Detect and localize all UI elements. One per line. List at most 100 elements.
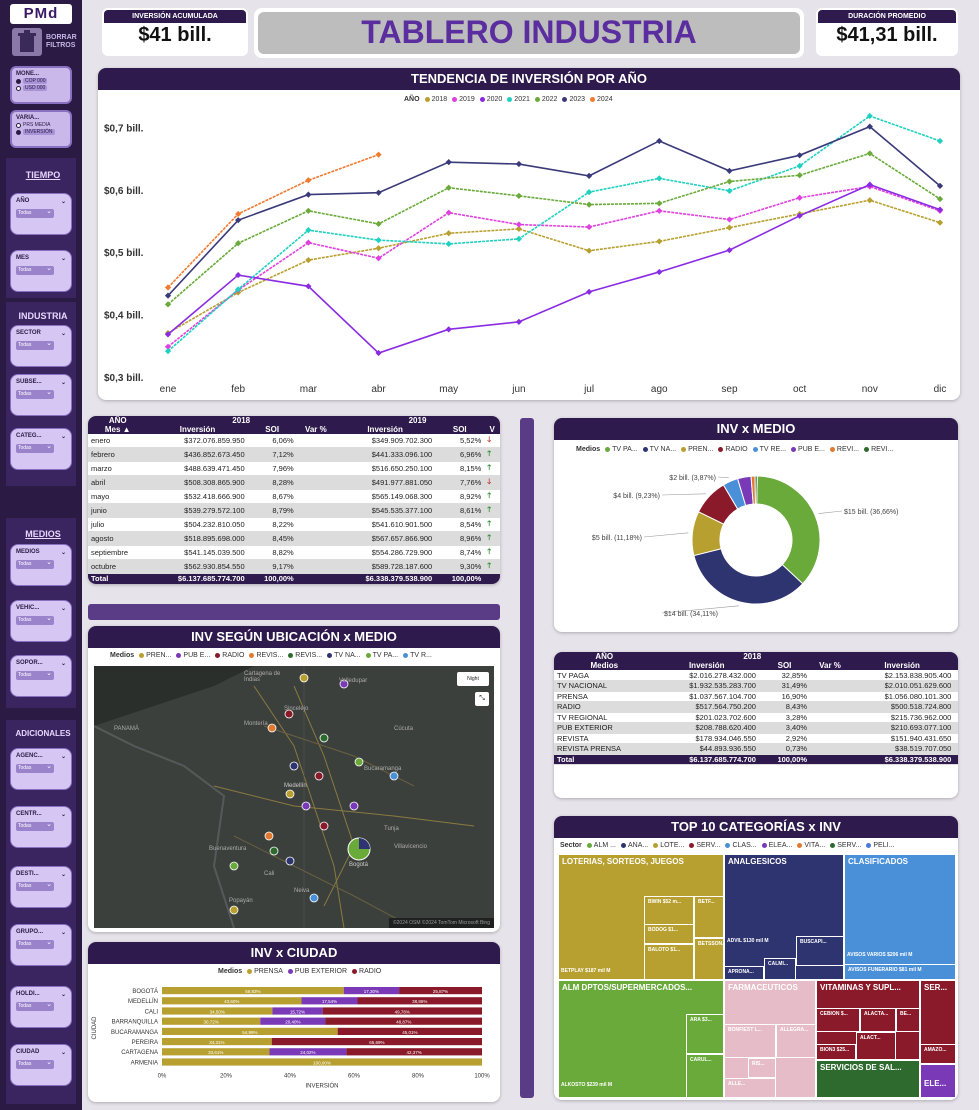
filter-mes[interactable]: MES ⌄ Todas xyxy=(10,250,72,292)
legend-item[interactable]: 2020 xyxy=(479,96,502,103)
treemap-item[interactable]: BETF... xyxy=(694,896,724,938)
treemap-item[interactable]: APRONA... xyxy=(724,966,764,980)
legend-item[interactable]: REVIS... xyxy=(288,652,322,659)
treemap-item[interactable]: BION3 $25... xyxy=(816,1044,856,1060)
treemap-item[interactable]: BETPLAY $187 mil M xyxy=(558,966,644,980)
filter-ciudad[interactable]: CIUDAD ⌄ Todas xyxy=(10,1044,72,1086)
legend-item[interactable]: 2022 xyxy=(534,96,557,103)
legend-item[interactable]: ANA... xyxy=(620,842,648,849)
treemap-item[interactable]: AVISOS VARIOS $206 mil M xyxy=(844,950,956,964)
table-row[interactable]: TV REGIONAL $201.023.702.600 3,28% $215.736… xyxy=(554,712,958,723)
legend-item[interactable]: 2024 xyxy=(590,96,613,103)
treemap-item[interactable]: CALMI... xyxy=(764,958,796,980)
table-row[interactable]: REVISTA $178.934.046.550 2,92% $151.940.431… xyxy=(554,733,958,744)
filter-dropdown[interactable]: Todas xyxy=(16,207,54,218)
treemap-item[interactable]: ALACTA... xyxy=(860,1008,896,1032)
col-mes[interactable]: Mes ▲ xyxy=(88,425,148,434)
variable-option-prs[interactable]: PRS MEDIA xyxy=(23,122,51,128)
filter-dropdown[interactable]: Todas xyxy=(16,880,54,891)
legend-item[interactable]: RADIO xyxy=(352,968,381,975)
radio-icon[interactable] xyxy=(16,85,21,91)
treemap-item[interactable]: AMAZO... xyxy=(920,1044,956,1064)
legend-item[interactable]: TV PA... xyxy=(365,652,398,659)
table-row[interactable]: PRENSA $1.037.567.104.700 16,90% $1.056.080… xyxy=(554,691,958,702)
treemap-item[interactable]: BALOTO $1... xyxy=(644,944,694,980)
treemap-item[interactable]: ADVIL $130 mil M xyxy=(724,936,796,950)
legend-item[interactable]: REVI... xyxy=(829,446,859,453)
filter-dropdown[interactable]: Todas xyxy=(16,1058,54,1069)
legend-item[interactable]: REVI... xyxy=(864,446,893,453)
legend-item[interactable]: PRENSA xyxy=(247,968,283,975)
legend-item[interactable]: ELEA... xyxy=(761,842,792,849)
treemap-item[interactable]: BE... xyxy=(896,1008,920,1032)
table-row[interactable]: abril $508.308.865.900 8,28% $491.977.881.0… xyxy=(88,475,500,490)
filter-sector[interactable]: SECTOR ⌄ Todas xyxy=(10,325,72,367)
legend-item[interactable]: TV RE... xyxy=(752,446,786,453)
legend-item[interactable]: SERV... xyxy=(689,842,720,849)
legend-item[interactable]: CLAS... xyxy=(725,842,757,849)
filter-dropdown[interactable]: Todas xyxy=(16,938,54,949)
legend-item[interactable]: 2018 xyxy=(424,96,447,103)
legend-item[interactable]: TV R... xyxy=(403,652,432,659)
currency-option-cop[interactable]: COP 000 xyxy=(23,78,48,84)
filter-vehiculo[interactable]: VEHIC... ⌄ Todas xyxy=(10,600,72,642)
table-row[interactable]: enero $372.076.859.950 6,06% $349.909.702.3… xyxy=(88,434,500,448)
treemap-item[interactable]: BONFIEST L... xyxy=(724,1024,776,1058)
radio-icon[interactable] xyxy=(16,122,21,128)
legend-item[interactable]: PUB EXTERIOR xyxy=(287,968,347,975)
variable-selector[interactable]: VARIA... PRS MEDIA INVERSIÓN xyxy=(10,110,72,148)
table-row[interactable]: TV PAGA $2.016.278.432.000 32,85% $2.153.83… xyxy=(554,670,958,681)
filter-dropdown[interactable]: Todas xyxy=(16,614,54,625)
radio-icon[interactable] xyxy=(16,78,21,84)
filter-dropdown[interactable]: Todas xyxy=(16,1000,54,1011)
radio-icon[interactable] xyxy=(16,129,21,135)
table-row[interactable]: junio $539.279.572.100 8,79% $545.535.377.1… xyxy=(88,503,500,518)
treemap-item[interactable]: RIS... xyxy=(748,1058,776,1078)
filter-categoria[interactable]: CATEG... ⌄ Todas xyxy=(10,428,72,470)
treemap-item[interactable]: CEBION $... xyxy=(816,1008,860,1032)
legend-item[interactable]: 2023 xyxy=(562,96,585,103)
variable-option-inversion[interactable]: INVERSIÓN xyxy=(23,129,55,135)
treemap-item[interactable]: AVISOS FUNERARIO $81 mil M xyxy=(844,964,956,980)
map-expand-icon[interactable]: ⤡ xyxy=(475,692,489,706)
treemap-item[interactable]: ALACT... xyxy=(856,1032,896,1060)
filter-grupo[interactable]: GRUPO... ⌄ Todas xyxy=(10,924,72,966)
table-row[interactable]: octubre $562.930.854.550 9,17% $589.728.187… xyxy=(88,559,500,574)
treemap-item[interactable]: BETSSON... xyxy=(694,938,724,980)
legend-item[interactable]: PREN... xyxy=(139,652,171,659)
filter-soporte[interactable]: SOPOR... ⌄ Todas xyxy=(10,655,72,697)
legend-item[interactable]: ALM ... xyxy=(586,842,616,849)
treemap-servicios[interactable]: SERVICIOS DE SAL... xyxy=(816,1060,920,1098)
legend-item[interactable]: PUB E... xyxy=(176,652,210,659)
filter-holding[interactable]: HOLDI... ⌄ Todas xyxy=(10,986,72,1028)
legend-item[interactable]: PREN... xyxy=(681,446,713,453)
treemap-item[interactable]: CARUL... xyxy=(686,1054,724,1098)
legend-item[interactable]: 2019 xyxy=(452,96,475,103)
map-canvas[interactable]: PANAMÁ Cartagena de Indias Valledupar Si… xyxy=(94,666,494,928)
treemap-item[interactable]: ALLE... xyxy=(724,1078,776,1098)
legend-item[interactable]: RADIO xyxy=(718,446,748,453)
table-row[interactable]: PUB EXTERIOR $208.788.620.400 3,40% $210.69… xyxy=(554,722,958,734)
currency-selector[interactable]: MONE... COP 000 USD 000 xyxy=(10,66,72,104)
legend-item[interactable]: TV NA... xyxy=(642,446,676,453)
table-row[interactable]: Total $6.137.685.774.700 100,00% $6.338.379… xyxy=(554,754,958,765)
filter-agencia[interactable]: AGENC... ⌄ Todas xyxy=(10,748,72,790)
table-row[interactable]: TV NACIONAL $1.932.535.283.700 31,49% $2.01… xyxy=(554,680,958,692)
legend-item[interactable]: LOTE... xyxy=(653,842,684,849)
legend-item[interactable]: 2021 xyxy=(507,96,530,103)
table-row[interactable]: marzo $488.639.471.450 7,96% $516.650.250.1… xyxy=(88,461,500,476)
legend-item[interactable]: RADIO xyxy=(215,652,244,659)
treemap-ele[interactable]: ELE... xyxy=(920,1064,956,1098)
legend-item[interactable]: PELI... xyxy=(866,842,894,849)
filter-central[interactable]: CENTR... ⌄ Todas xyxy=(10,806,72,848)
filter-dropdown[interactable]: Todas xyxy=(16,669,54,680)
table-row[interactable]: febrero $436.852.673.450 7,12% $441.333.096… xyxy=(88,447,500,462)
legend-item[interactable]: TV PA... xyxy=(605,446,638,453)
table-row[interactable]: julio $504.232.810.050 8,22% $541.610.901.5… xyxy=(88,517,500,532)
treemap-item[interactable]: BUSCAPI... xyxy=(796,936,844,966)
filter-dropdown[interactable]: Todas xyxy=(16,442,54,453)
filter-dropdown[interactable]: Todas xyxy=(16,264,54,275)
table-row[interactable]: RADIO $517.564.750.200 8,43% $500.518.724.8… xyxy=(554,701,958,713)
legend-item[interactable]: VITA... xyxy=(797,842,825,849)
legend-item[interactable]: PUB E... xyxy=(791,446,825,453)
